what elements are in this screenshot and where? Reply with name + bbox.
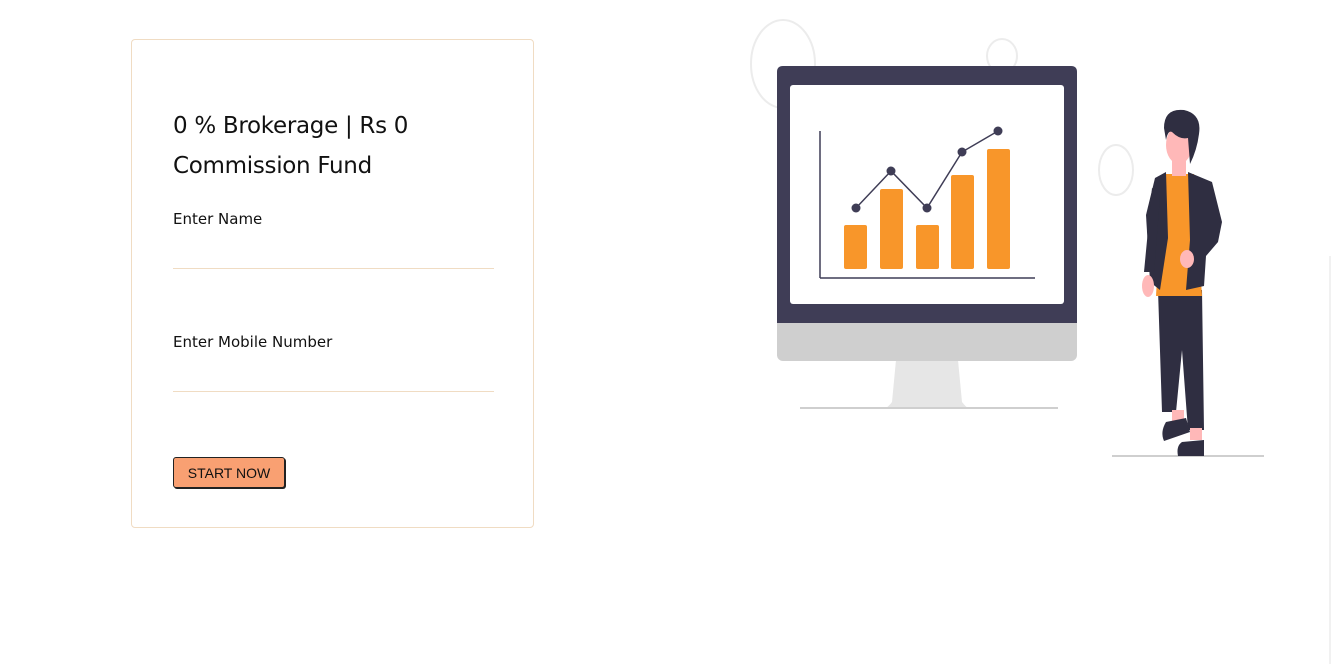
chart-point [993, 126, 1003, 136]
chart-bar [844, 225, 867, 269]
chart-bar [880, 189, 903, 269]
chart-bar [951, 175, 974, 269]
page: 0 % Brokerage | Rs 0 Commission Fund Ent… [0, 0, 1331, 664]
chart-point [886, 166, 896, 176]
monitor-stand [886, 360, 968, 408]
name-label: Enter Name [173, 210, 263, 228]
mobile-input[interactable] [173, 362, 494, 392]
name-input[interactable] [173, 239, 494, 269]
investment-growth-illustration-icon [750, 19, 1264, 457]
start-now-button[interactable]: START NOW [173, 457, 285, 488]
person-figure [1112, 109, 1264, 457]
chart-bar [987, 149, 1010, 269]
signup-form-card: 0 % Brokerage | Rs 0 Commission Fund Ent… [131, 39, 534, 528]
chart-point [851, 203, 861, 213]
chart-bar [916, 225, 939, 269]
mobile-label: Enter Mobile Number [173, 333, 333, 351]
chart-point [922, 203, 932, 213]
decor-circle [1098, 144, 1134, 196]
form-title: 0 % Brokerage | Rs 0 Commission Fund [173, 113, 409, 179]
monitor-screen [790, 85, 1064, 304]
chart-point [957, 147, 967, 157]
